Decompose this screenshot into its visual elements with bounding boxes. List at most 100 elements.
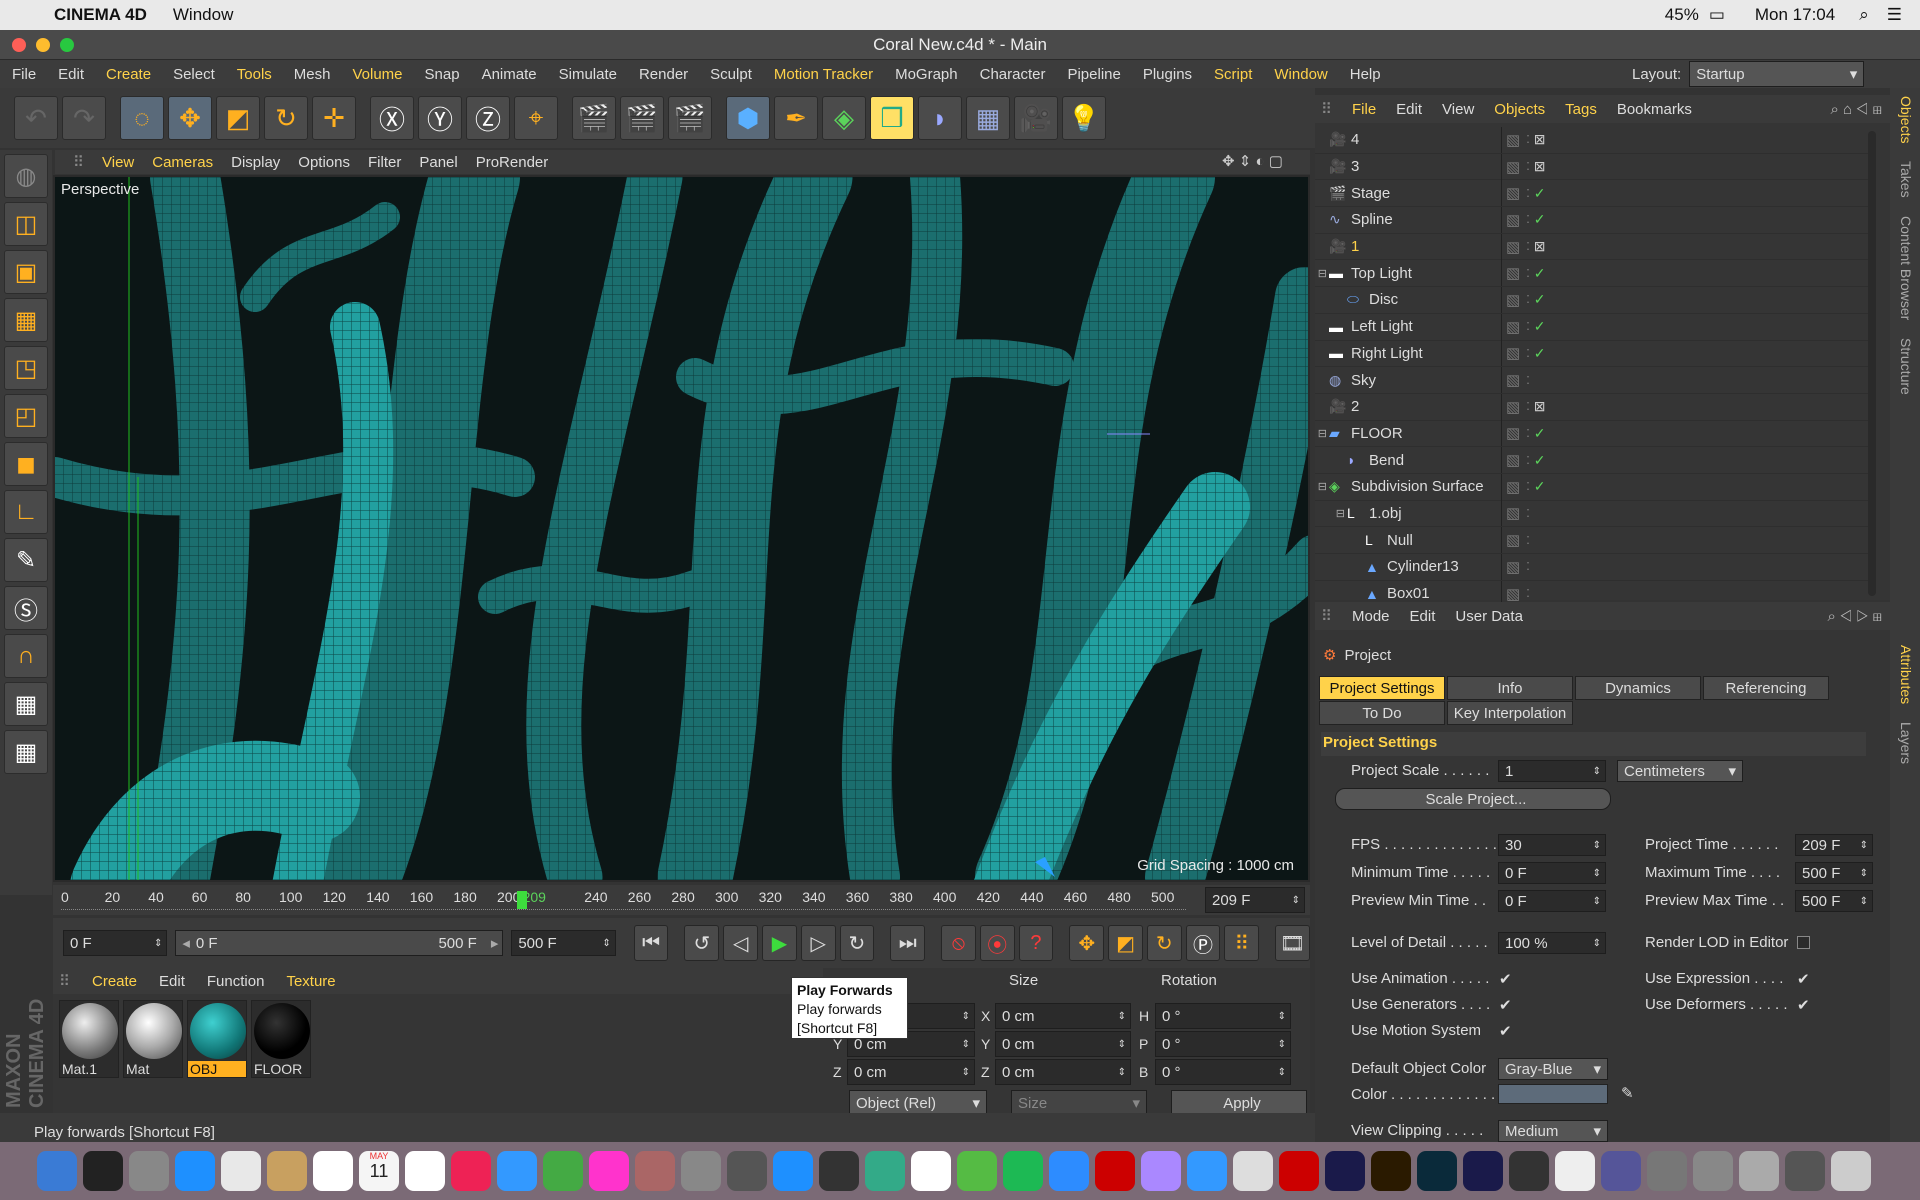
object-name[interactable]: 2 xyxy=(1351,398,1491,415)
cube-icon[interactable]: ⬢ xyxy=(726,96,770,140)
visibility-dots-icon[interactable]: ⁚ xyxy=(1526,320,1530,333)
layer-icon[interactable]: ▧ xyxy=(1506,398,1520,416)
menu-edit[interactable]: Edit xyxy=(58,66,84,83)
object-toolbar-icons[interactable]: ⌕ ⌂ ◁ ⊞ xyxy=(1830,101,1882,118)
viewport-menu-panel[interactable]: Panel xyxy=(419,154,457,171)
y-axis-icon[interactable]: Ⓨ xyxy=(418,96,462,140)
object-row[interactable]: 🎥 3 ▧ ⁚ ⊠ xyxy=(1315,153,1875,181)
viewport-menu-prorender[interactable]: ProRender xyxy=(476,154,549,171)
attr-menu-mode[interactable]: Mode xyxy=(1352,608,1390,625)
viewport-menu-display[interactable]: Display xyxy=(231,154,280,171)
dock-app-icon[interactable] xyxy=(589,1151,629,1191)
viewport-grip-icon[interactable]: ⠿ xyxy=(73,153,84,171)
material-menu-function[interactable]: Function xyxy=(207,973,265,990)
viewport-menu-view[interactable]: View xyxy=(102,154,134,171)
play-forwards-icon[interactable]: ▶ xyxy=(762,925,797,961)
rotation-field[interactable]: 0 ° ⇕ xyxy=(1155,1031,1291,1057)
menu-window[interactable]: Window xyxy=(1274,66,1327,83)
visibility-dots-icon[interactable]: ⁚ xyxy=(1526,560,1530,573)
pen-icon[interactable]: ✒ xyxy=(774,96,818,140)
object-row[interactable]: ∿ Spline ▧ ⁚ ✓ xyxy=(1315,206,1875,234)
unit-dropdown[interactable]: Centimeters ▾ xyxy=(1617,760,1743,782)
side-tab-layers[interactable]: Layers xyxy=(1898,722,1914,764)
visibility-dots-icon[interactable]: ⁚ xyxy=(1526,480,1530,493)
key-parameter-icon[interactable]: Ⓟ xyxy=(1185,925,1221,961)
next-frame-icon[interactable]: ▷ xyxy=(800,925,836,961)
object-name[interactable]: Subdivision Surface xyxy=(1351,478,1491,495)
level-of-detail-field[interactable]: 100 % ⇕ xyxy=(1498,932,1606,954)
transform-icon[interactable]: ✛ xyxy=(312,96,356,140)
prev-frame-icon[interactable]: ◁ xyxy=(723,925,759,961)
dock-app-icon[interactable] xyxy=(819,1151,859,1191)
object-name[interactable]: FLOOR xyxy=(1351,425,1491,442)
view-clipping-dropdown[interactable]: Medium ▾ xyxy=(1498,1120,1608,1142)
expand-toggle-icon[interactable]: ⊟ xyxy=(1315,427,1329,440)
menu-help[interactable]: Help xyxy=(1350,66,1381,83)
visibility-dots-icon[interactable]: ⁚ xyxy=(1526,454,1530,467)
menu-motion-tracker[interactable]: Motion Tracker xyxy=(774,66,873,83)
object-name[interactable]: Top Light xyxy=(1351,265,1491,282)
layer-icon[interactable]: ▧ xyxy=(1506,558,1520,576)
layer-icon[interactable]: ▧ xyxy=(1506,318,1520,336)
dock-app-icon[interactable] xyxy=(1233,1151,1273,1191)
attr-menu-edit[interactable]: Edit xyxy=(1410,608,1436,625)
layer-icon[interactable]: ▧ xyxy=(1506,211,1520,229)
layer-icon[interactable]: ▧ xyxy=(1506,585,1520,603)
time-setting-field[interactable]: 500 F ⇕ xyxy=(1795,862,1873,884)
subdivision-icon[interactable]: ◈ xyxy=(822,96,866,140)
object-row[interactable]: ⊟ L 1.obj ▧ ⁚ xyxy=(1315,500,1875,528)
object-name[interactable]: Sky xyxy=(1351,372,1491,389)
object-row[interactable]: ◍ Sky ▧ ⁚ xyxy=(1315,367,1875,394)
layer-icon[interactable]: ▧ xyxy=(1506,344,1520,362)
dock-app-icon[interactable] xyxy=(1647,1151,1687,1191)
expand-toggle-icon[interactable]: ⊟ xyxy=(1315,267,1329,280)
menu-character[interactable]: Character xyxy=(980,66,1046,83)
visibility-dots-icon[interactable]: ⁚ xyxy=(1526,400,1530,413)
material-grip-icon[interactable]: ⠿ xyxy=(59,972,70,990)
object-row[interactable]: 🎥 4 ▧ ⁚ ⊠ xyxy=(1315,126,1875,154)
polygons-mode-icon[interactable]: ◼ xyxy=(4,442,48,486)
layer-icon[interactable]: ▧ xyxy=(1506,291,1520,309)
dock-app-icon[interactable] xyxy=(129,1151,169,1191)
dock-app-icon[interactable]: MAY 11 xyxy=(359,1151,399,1191)
render-lod-checkbox[interactable] xyxy=(1797,936,1810,949)
expand-toggle-icon[interactable]: ⊟ xyxy=(1315,507,1347,520)
visibility-dots-icon[interactable]: ⁚ xyxy=(1526,133,1530,146)
scale-project-button[interactable]: Scale Project... xyxy=(1335,788,1611,810)
visibility-dots-icon[interactable]: ⁚ xyxy=(1526,427,1530,440)
material-swatch[interactable]: Mat.1 xyxy=(59,1000,119,1078)
minimize-window-button[interactable] xyxy=(36,38,50,52)
workplane-icon[interactable]: ▦ xyxy=(4,298,48,342)
menu-mesh[interactable]: Mesh xyxy=(294,66,331,83)
attr-menu-user-data[interactable]: User Data xyxy=(1455,608,1523,625)
dock-app-icon[interactable] xyxy=(1095,1151,1135,1191)
enabled-check-icon[interactable]: ✓ xyxy=(1534,345,1546,362)
app-menu[interactable]: CINEMA 4D xyxy=(54,5,147,25)
object-name[interactable]: 1.obj xyxy=(1369,505,1509,522)
tab-project-settings[interactable]: Project Settings xyxy=(1319,676,1445,700)
goto-end-icon[interactable]: ⏭ xyxy=(890,925,926,961)
scale-icon[interactable]: ◩ xyxy=(216,96,260,140)
layer-icon[interactable]: ▧ xyxy=(1506,238,1520,256)
object-name[interactable]: Bend xyxy=(1369,452,1509,469)
visibility-dots-icon[interactable]: ⁚ xyxy=(1526,240,1530,253)
texture-mode-icon[interactable]: ▣ xyxy=(4,250,48,294)
dock-app-icon[interactable] xyxy=(681,1151,721,1191)
dock-app-icon[interactable] xyxy=(221,1151,261,1191)
dock-app-icon[interactable] xyxy=(497,1151,537,1191)
material-swatch[interactable]: FLOOR xyxy=(251,1000,311,1078)
tab-key-interpolation[interactable]: Key Interpolation xyxy=(1447,701,1573,725)
goto-start-icon[interactable]: ⏮ xyxy=(633,925,669,961)
object-row[interactable]: 🎥 1 ▧ ⁚ ⊠ xyxy=(1315,233,1875,261)
layer-icon[interactable]: ▧ xyxy=(1506,478,1520,496)
x-axis-icon[interactable]: Ⓧ xyxy=(370,96,414,140)
visibility-dots-icon[interactable]: ⁚ xyxy=(1526,507,1530,520)
dock-app-icon[interactable] xyxy=(957,1151,997,1191)
side-tab-objects[interactable]: Objects xyxy=(1898,96,1914,143)
object-name[interactable]: 1 xyxy=(1351,238,1491,255)
autokey-icon[interactable]: ⦿ xyxy=(979,925,1015,961)
battery-percent[interactable]: 45% xyxy=(1665,5,1699,25)
viewport-menu-filter[interactable]: Filter xyxy=(368,154,401,171)
size-field[interactable]: 0 cm ⇕ xyxy=(995,1059,1131,1085)
menu-snap[interactable]: Snap xyxy=(425,66,460,83)
